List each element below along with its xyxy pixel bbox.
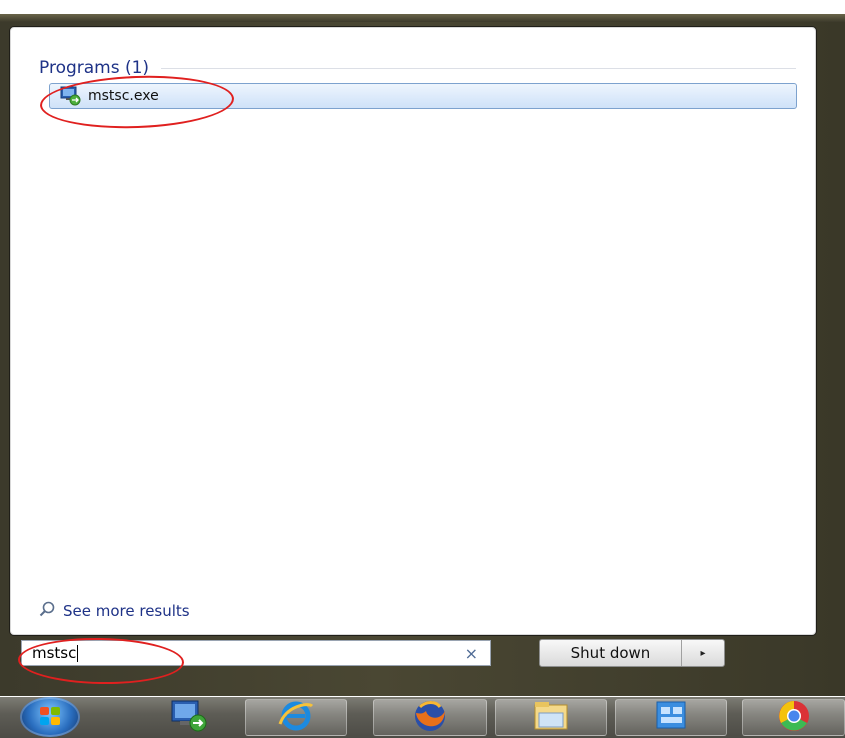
folder-icon xyxy=(529,699,573,737)
taskbar xyxy=(0,697,845,738)
taskbar-firefox[interactable] xyxy=(373,699,487,736)
control-panel-icon xyxy=(651,699,691,737)
remote-desktop-icon xyxy=(60,86,82,106)
see-more-label: See more results xyxy=(63,602,190,620)
see-more-results-link[interactable]: See more results xyxy=(39,601,190,621)
search-icon xyxy=(39,601,55,621)
remote-desktop-icon xyxy=(166,699,214,737)
text-caret xyxy=(77,644,79,662)
clear-search-icon[interactable]: × xyxy=(465,644,478,663)
shutdown-options-arrow-icon[interactable]: ▸ xyxy=(682,648,724,659)
taskbar-file-explorer[interactable] xyxy=(495,699,607,736)
section-title: Programs (1) xyxy=(39,58,150,78)
taskbar-chrome[interactable] xyxy=(742,699,845,736)
result-label: mstsc.exe xyxy=(88,88,159,104)
search-value: mstsc xyxy=(32,644,77,662)
start-menu: Programs (1) mstsc.exe See more results xyxy=(9,26,817,636)
ie-icon xyxy=(276,700,316,736)
firefox-icon xyxy=(410,699,450,737)
start-menu-bottom-panel: mstsc × Shut down ▸ xyxy=(9,634,817,676)
taskbar-internet-explorer[interactable] xyxy=(245,699,347,736)
divider xyxy=(161,67,796,69)
windows-logo-icon[interactable] xyxy=(20,697,80,737)
search-result-mstsc[interactable]: mstsc.exe xyxy=(49,83,797,109)
taskbar-control-panel[interactable] xyxy=(615,699,727,736)
shutdown-label: Shut down xyxy=(540,640,682,666)
programs-section-header: Programs (1) xyxy=(39,55,796,81)
taskbar-remote-desktop[interactable] xyxy=(150,699,230,736)
search-input[interactable]: mstsc × xyxy=(21,640,491,666)
chrome-icon xyxy=(774,699,814,737)
shutdown-button[interactable]: Shut down ▸ xyxy=(539,639,725,667)
